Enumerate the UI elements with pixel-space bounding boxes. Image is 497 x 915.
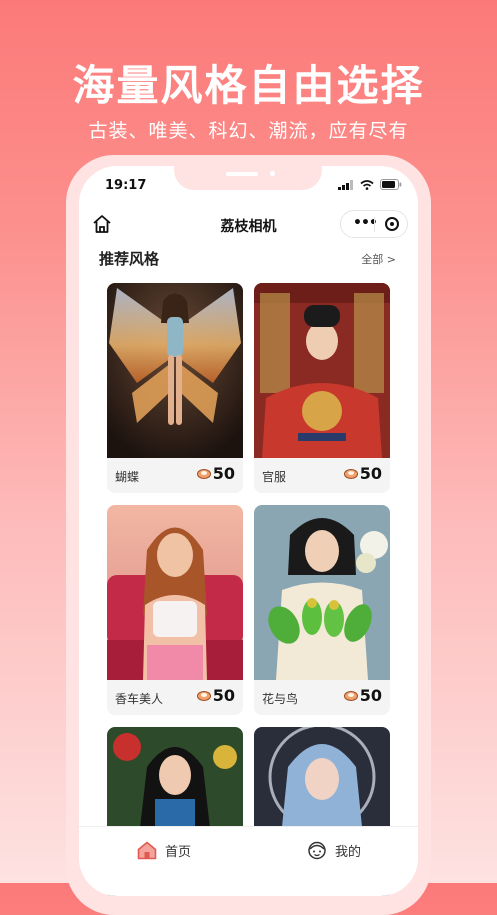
style-name: 官服 [262, 470, 287, 484]
style-name: 蝴蝶 [115, 470, 140, 484]
style-price: 50 [196, 464, 235, 483]
tab-mine-label: 我的 [335, 845, 362, 860]
bottom-tab-bar: 首页 我的 [79, 826, 418, 896]
front-camera [270, 171, 275, 176]
section-title: 推荐风格 [99, 250, 160, 268]
tab-home-label: 首页 [165, 845, 192, 860]
coin-icon [196, 469, 211, 479]
status-time: 19:17 [105, 178, 147, 193]
section-header: 推荐风格 全部 > [79, 246, 418, 268]
battery-icon [380, 179, 402, 190]
style-card-butterfly[interactable]: 蝴蝶 50 [107, 283, 243, 493]
style-price: 50 [343, 464, 382, 483]
style-thumbnail [107, 283, 243, 458]
mini-program-capsule: ••• [340, 210, 408, 238]
price-value: 50 [212, 464, 235, 483]
style-thumbnail [254, 283, 390, 458]
style-card-flower-bird[interactable]: 花与鸟 50 [254, 505, 390, 715]
phone-notch [174, 166, 322, 190]
wifi-icon [360, 179, 374, 190]
coin-icon [343, 691, 358, 701]
style-price: 50 [343, 686, 382, 705]
price-value: 50 [212, 686, 235, 705]
promo-subline: 古装、唯美、科幻、潮流，应有尽有 [88, 120, 409, 142]
status-icons [338, 179, 402, 190]
style-name: 香车美人 [115, 692, 164, 706]
style-card-official-robe[interactable]: 官服 50 [254, 283, 390, 493]
style-name: 花与鸟 [262, 692, 299, 706]
coin-icon [343, 469, 358, 479]
coin-icon [196, 691, 211, 701]
app-header: 荔枝相机 ••• [79, 210, 418, 240]
tab-mine[interactable]: 我的 [307, 841, 361, 860]
speaker-grille [226, 172, 258, 176]
style-thumbnail [107, 505, 243, 680]
signal-icon [338, 179, 353, 190]
price-value: 50 [359, 464, 382, 483]
phone-screen: 19:17 荔枝相机 ••• 推荐风格 全部 > 蝴蝶 50 官服 50 香车美… [79, 166, 418, 896]
promo-headline: 海量风格自由选择 [72, 61, 425, 110]
style-price: 50 [196, 686, 235, 705]
price-value: 50 [359, 686, 382, 705]
style-thumbnail [254, 505, 390, 680]
style-card-car-beauty[interactable]: 香车美人 50 [107, 505, 243, 715]
capsule-divider [374, 217, 375, 232]
home-tab-icon [137, 841, 157, 860]
close-circle-icon[interactable] [385, 217, 399, 231]
tab-home[interactable]: 首页 [137, 841, 191, 860]
mine-tab-icon [308, 841, 326, 860]
see-all-link[interactable]: 全部 > [361, 251, 396, 267]
